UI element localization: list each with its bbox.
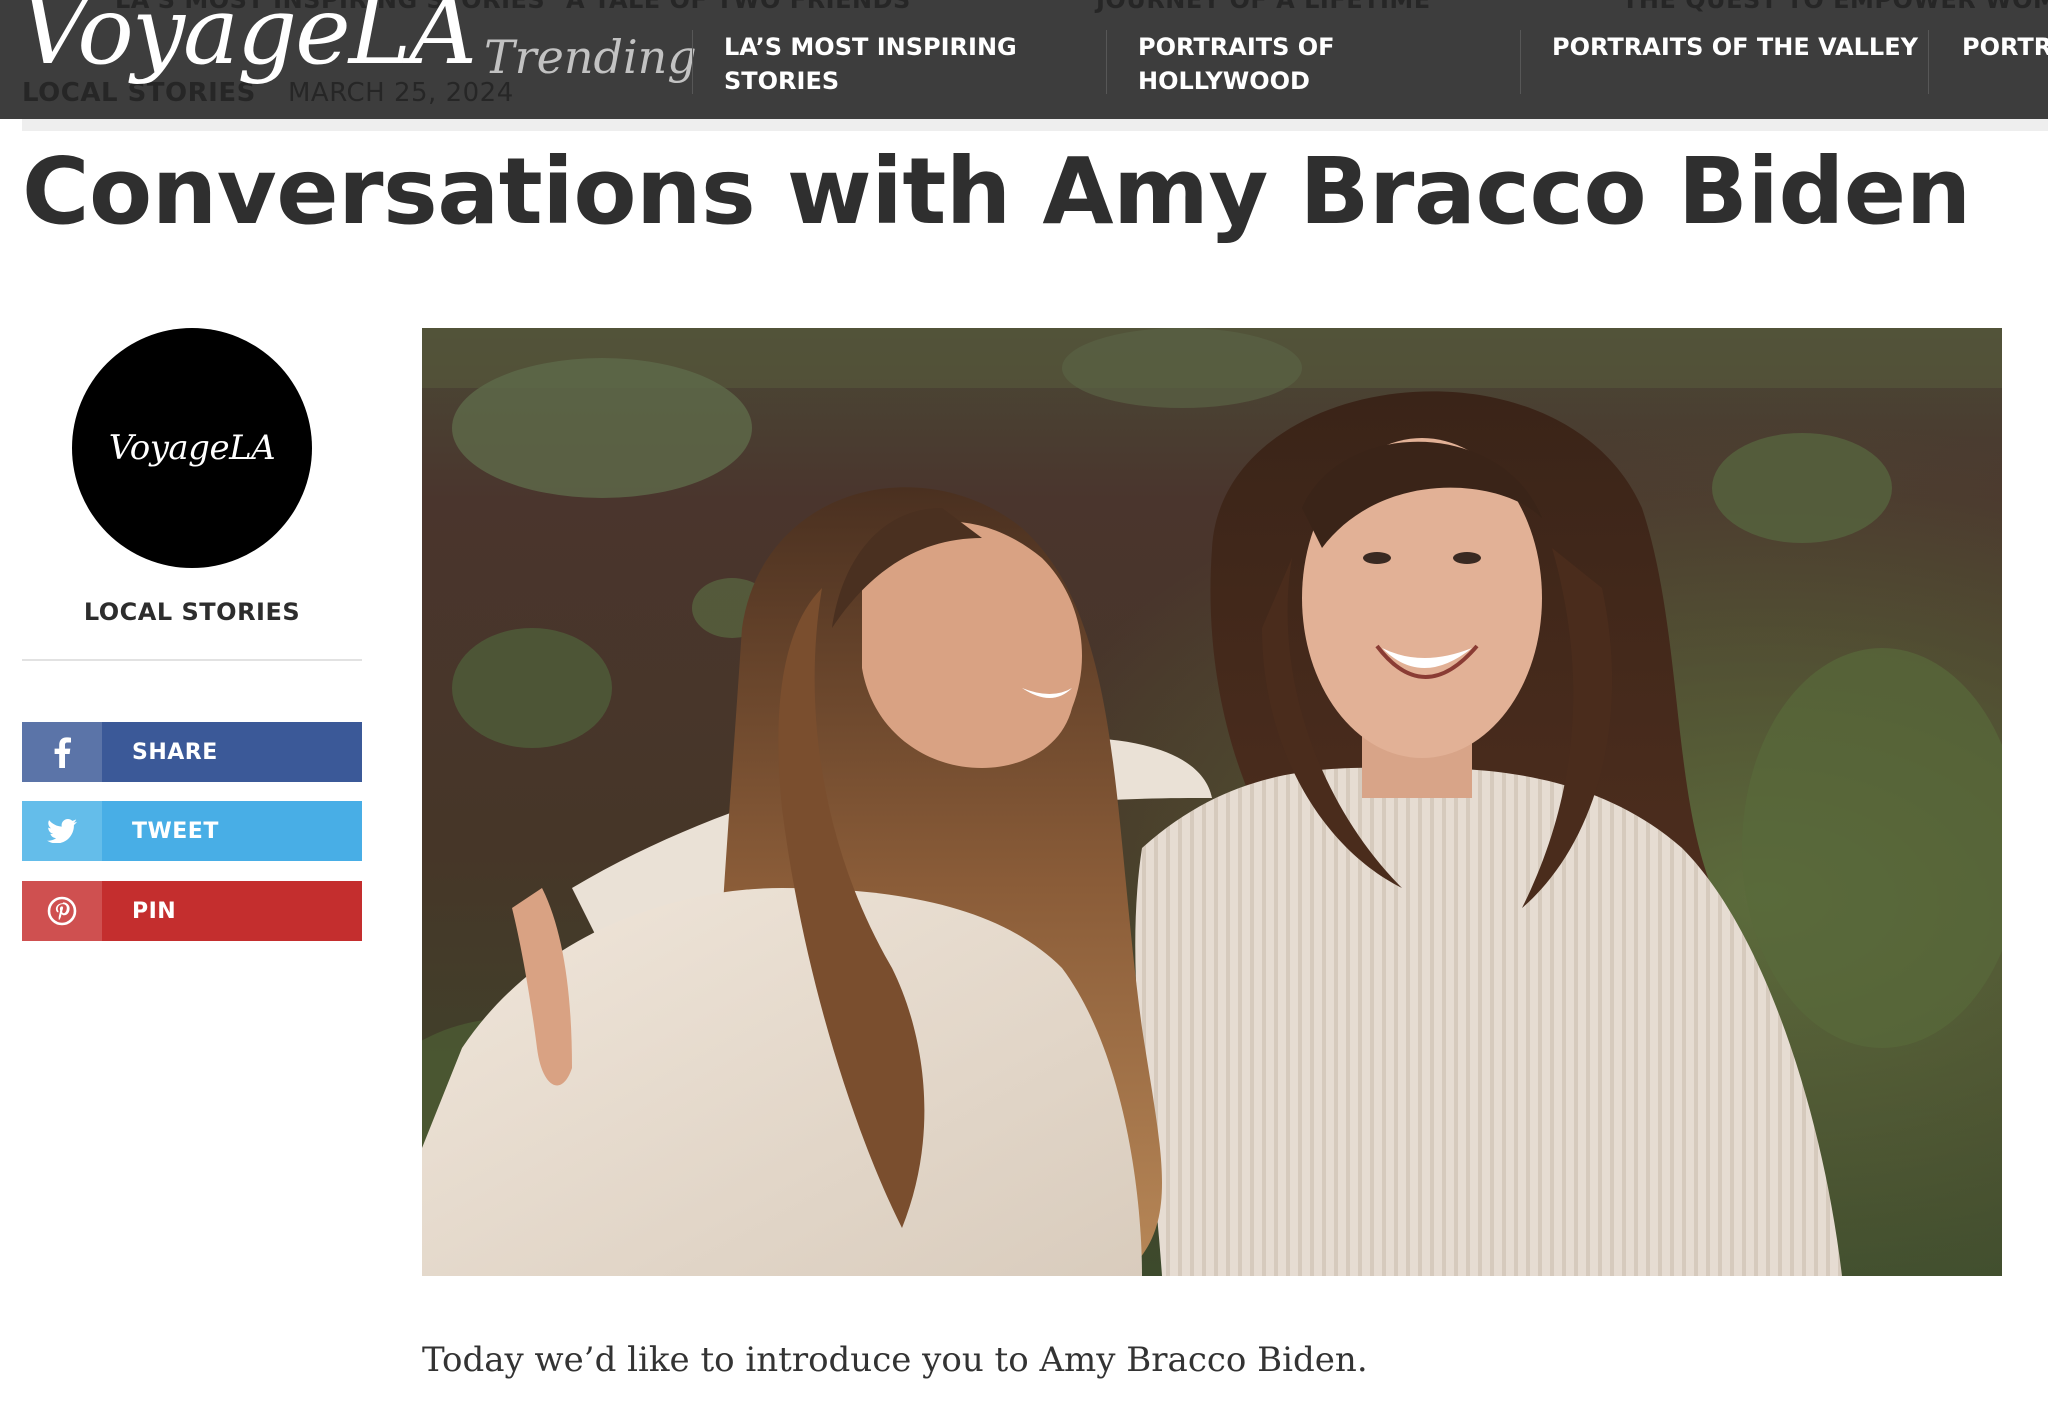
tweet-label: TWEET [132,818,219,844]
pinterest-pin-button[interactable]: PIN [22,881,362,941]
nav-link-line: HOLLYWOOD [1138,67,1310,95]
nav-link-line: PORTRAITS OF [1138,33,1335,61]
nav-link-portraits-truncated[interactable]: PORTR [1962,30,2048,64]
trending-label: Trending [484,30,697,84]
nav-divider [1928,30,1929,94]
nav-link-line: PORTR [1962,33,2048,61]
pinterest-icon [22,881,102,941]
category-link[interactable]: LOCAL STORIES [22,598,362,626]
ghost-headline: The Quest to Empower Wome [1622,0,2048,14]
nav-link-portraits-of-the-valley[interactable]: PORTRAITS OF THE VALLEY [1552,30,1918,64]
avatar-logo-text: VoyageLA [108,428,276,468]
nav-divider [1520,30,1521,94]
share-label: SHARE [132,739,218,765]
author-avatar[interactable]: VoyageLA [72,328,312,568]
twitter-icon [22,801,102,861]
nav-link-line: LA’S MOST INSPIRING [724,33,1017,61]
twitter-tweet-button[interactable]: TWEET [22,801,362,861]
top-navigation-bar: LA's Most Inspiring Stories A Tale of Tw… [0,0,2048,119]
site-logo[interactable]: VoyageLA [20,0,477,83]
sidebar-divider [22,659,362,661]
facebook-share-button[interactable]: SHARE [22,722,362,782]
nav-link-line: STORIES [724,67,840,95]
nav-link-portraits-of-hollywood[interactable]: PORTRAITS OF HOLLYWOOD [1138,30,1335,98]
header-shadow-strip [22,119,2048,131]
article-intro-paragraph: Today we’d like to introduce you to Amy … [422,1340,1368,1380]
ghost-headline: A Tale of Two Friends [566,0,911,14]
nav-link-line: PORTRAITS OF THE VALLEY [1552,33,1918,61]
article-title: Conversations with Amy Bracco Biden [22,138,1971,245]
hero-photo [422,328,2002,1276]
nav-link-las-most-inspiring-stories[interactable]: LA’S MOST INSPIRING STORIES [724,30,1017,98]
nav-divider [1106,30,1107,94]
facebook-icon [22,722,102,782]
ghost-headline: Journey of a Lifetime [1096,0,1431,14]
nav-divider [692,30,693,94]
photo-two-women-smiling [422,328,2002,1276]
pin-label: PIN [132,898,177,924]
